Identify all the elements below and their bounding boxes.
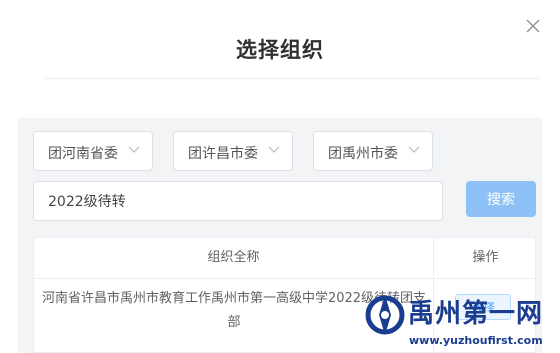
- search-button[interactable]: 搜索: [466, 181, 536, 217]
- search-input[interactable]: [33, 181, 443, 221]
- city-select[interactable]: 团许昌市委: [173, 131, 293, 171]
- close-icon[interactable]: [524, 17, 542, 35]
- province-select[interactable]: 团河南省委: [33, 131, 153, 171]
- city-select-value: 团许昌市委: [188, 146, 258, 162]
- watermark-logo-icon: [365, 295, 405, 335]
- county-select[interactable]: 团禹州市委: [313, 131, 433, 171]
- chevron-down-icon: [128, 146, 140, 153]
- dialog-title: 选择组织: [236, 38, 324, 62]
- watermark-url: www.yuzhoufirst.com: [409, 334, 543, 347]
- column-header-action: 操作: [472, 250, 499, 265]
- column-header-name: 组织全称: [34, 238, 434, 278]
- header-divider: [34, 278, 535, 279]
- watermark-title: 禹州第一网: [408, 299, 544, 329]
- chevron-down-icon: [268, 146, 280, 153]
- select-organization-dialog: 选择组织 团河南省委 团许昌市委 团禹州市委 搜索 组织全称 操作 河南省许昌市…: [0, 0, 560, 353]
- watermark: 禹州第一网 www.yuzhoufirst.com: [365, 289, 560, 353]
- chevron-down-icon: [408, 146, 420, 153]
- county-select-value: 团禹州市委: [328, 146, 398, 162]
- province-select-value: 团河南省委: [48, 146, 118, 162]
- title-divider: [45, 78, 540, 79]
